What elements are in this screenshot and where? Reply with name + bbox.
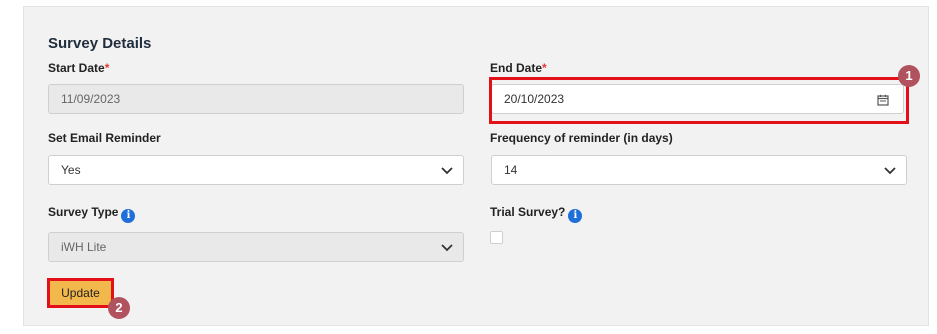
info-icon[interactable]: i — [568, 209, 583, 223]
required-asterisk: * — [104, 61, 110, 75]
email-reminder-label: Set Email Reminder — [48, 131, 161, 145]
required-asterisk: * — [542, 61, 547, 75]
frequency-value: 14 — [504, 163, 518, 177]
chevron-down-icon — [884, 167, 896, 175]
survey-type-value: iWH Lite — [61, 240, 107, 254]
start-date-label: Start Date* — [48, 61, 109, 75]
chevron-down-icon — [441, 167, 453, 175]
trial-survey-label: Trial Survey? i — [490, 205, 583, 223]
end-date-label-text: End Date — [490, 61, 543, 75]
callout-badge-2: 2 — [108, 297, 130, 319]
end-date-highlight — [489, 77, 909, 124]
trial-survey-label-text: Trial Survey? — [490, 205, 566, 219]
email-reminder-select[interactable]: Yes — [48, 155, 464, 185]
chevron-down-icon — [441, 244, 453, 252]
start-date-value: 11/09/2023 — [61, 92, 121, 106]
info-icon[interactable]: i — [121, 209, 136, 223]
survey-type-label-text: Survey Type — [48, 205, 119, 219]
update-button[interactable]: Update — [47, 278, 114, 308]
email-reminder-value: Yes — [61, 163, 81, 177]
survey-type-label: Survey Type i — [48, 205, 136, 223]
frequency-select[interactable]: 14 — [491, 155, 907, 185]
callout-badge-1: 1 — [898, 65, 920, 87]
section-title: Survey Details — [48, 35, 152, 52]
start-date-label-text: Start Date — [48, 61, 105, 75]
survey-type-select: iWH Lite — [48, 232, 464, 262]
trial-survey-checkbox[interactable] — [490, 231, 503, 244]
end-date-label: End Date* — [490, 61, 547, 75]
start-date-field: 11/09/2023 — [48, 84, 464, 114]
frequency-label: Frequency of reminder (in days) — [490, 131, 673, 145]
